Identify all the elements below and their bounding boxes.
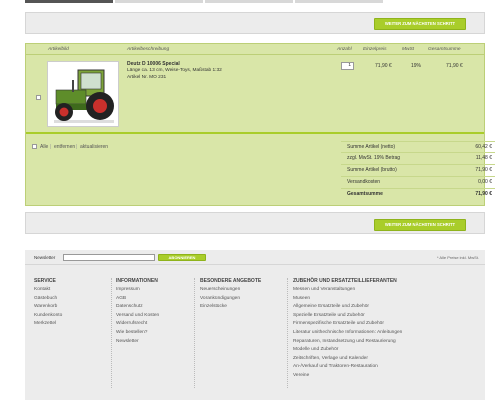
- footer-heading: SERVICE: [34, 278, 56, 284]
- footer-link-list: Kontakt Gästebuch Warenkorb Kundenkonto …: [34, 286, 62, 329]
- footer-link[interactable]: Newsletter: [116, 338, 159, 347]
- footer-separator: [194, 278, 195, 388]
- footer-col-service: SERVICE Kontakt Gästebuch Warenkorb Kund…: [34, 278, 62, 329]
- footer-link[interactable]: Wie bestellen?: [116, 329, 159, 338]
- footer-link-list: Impressum AGB Datenschutz Versand und Ko…: [116, 286, 159, 346]
- tractor-image: [54, 69, 114, 123]
- item-total: 71,90 €: [446, 63, 463, 69]
- footer-link[interactable]: Allgemeine Ersatzteile und Zubehör: [293, 303, 402, 312]
- top-action-panel: WEITER ZUM NÄCHSTEN SCHRITT: [25, 12, 485, 34]
- summary-row: Summe Artikel (brutto) 71,90 €: [341, 164, 495, 174]
- footer-link[interactable]: Gästebuch: [34, 295, 62, 304]
- tab-indicator-active[interactable]: [25, 0, 113, 3]
- footer: Newsletter ABONNIEREN * Alle Preise inkl…: [25, 250, 485, 400]
- item-article-number: Artikel Nr. MO 231: [127, 75, 167, 80]
- footer-link[interactable]: Zeitschriften, Verlage und Kalender: [293, 355, 402, 364]
- next-step-button-top[interactable]: WEITER ZUM NÄCHSTEN SCHRITT: [374, 18, 466, 30]
- price-note: * Alle Preise inkl. MwSt.: [436, 255, 479, 260]
- subscribe-button[interactable]: ABONNIEREN: [158, 254, 206, 261]
- item-vat: 19%: [411, 63, 422, 69]
- item-checkbox[interactable]: [36, 95, 41, 100]
- footer-link[interactable]: Neuerscheinungen: [200, 286, 261, 295]
- footer-separator: [287, 278, 288, 388]
- footer-heading: BESONDERE ANGEBOTE: [200, 278, 262, 284]
- item-unit-price: 71,90 €: [375, 63, 392, 69]
- header-image: Artikelbild: [48, 47, 69, 52]
- footer-link[interactable]: Kontakt: [34, 286, 62, 295]
- footer-col-offers: BESONDERE ANGEBOTE Neuerscheinungen Vora…: [200, 278, 261, 312]
- bottom-action-panel: WEITER ZUM NÄCHSTEN SCHRITT: [25, 212, 485, 234]
- footer-link[interactable]: Literatur unithechnische Informationen: …: [293, 329, 402, 338]
- summary-value: 11,48 €: [475, 155, 492, 161]
- newsletter-email-input[interactable]: [63, 254, 155, 261]
- footer-heading: ZUBEHÖR UND ERSATZTEILLIEFERANTEN: [293, 278, 397, 284]
- header-total: Gesamtsumme: [428, 47, 461, 52]
- divider: [26, 132, 484, 134]
- header-vat: MwSt: [402, 47, 414, 52]
- footer-link[interactable]: AGB: [116, 295, 159, 304]
- grand-total-label: Gesamtsumme: [347, 191, 383, 197]
- footer-link[interactable]: Reparaturen, Instandsetzung und Restauri…: [293, 338, 402, 347]
- footer-link[interactable]: Vereine: [293, 372, 402, 381]
- newsletter-label: Newsletter: [34, 255, 56, 260]
- footer-link[interactable]: An-/Verkauf und Traktoren-Restauration: [293, 363, 402, 372]
- summary-row: zzgl. MwSt. 19% Betrag 11,48 €: [341, 152, 495, 162]
- item-details: Länge ca. 13 cm, Weise-Toys, Maßstab 1:3…: [127, 68, 222, 73]
- summary-value: 0,00 €: [478, 179, 492, 185]
- select-all-checkbox[interactable]: [32, 144, 37, 149]
- summary-value: 71,90 €: [475, 167, 492, 173]
- footer-link[interactable]: Widerrufsrecht: [116, 320, 159, 329]
- footer-col-parts: ZUBEHÖR UND ERSATZTEILLIEFERANTEN Messen…: [293, 278, 402, 381]
- footer-link[interactable]: Merkzettel: [34, 320, 62, 329]
- grand-total-value: 71,90 €: [475, 191, 492, 197]
- footer-link[interactable]: Warenkorb: [34, 303, 62, 312]
- footer-link[interactable]: Kundenkonto: [34, 312, 62, 321]
- footer-link[interactable]: Museen: [293, 295, 402, 304]
- tab-indicator[interactable]: [205, 0, 293, 3]
- summary-label: zzgl. MwSt. 19% Betrag: [347, 155, 401, 161]
- tab-indicator[interactable]: [295, 0, 383, 3]
- footer-link[interactable]: Modelle und Zubehör: [293, 346, 402, 355]
- summary-row: Summe Artikel (netto) 60,42 €: [341, 141, 495, 151]
- footer-link[interactable]: Einzelstücke: [200, 303, 261, 312]
- footer-link[interactable]: Vorankündigungen: [200, 295, 261, 304]
- footer-link[interactable]: Spezielle Ersatzteile und Zubehör: [293, 312, 402, 321]
- update-link[interactable]: aktualisieren: [80, 144, 108, 150]
- newsletter-bar: Newsletter ABONNIEREN * Alle Preise inkl…: [25, 250, 485, 265]
- footer-heading: INFORMATIONEN: [116, 278, 158, 284]
- grand-total-row: Gesamtsumme 71,90 €: [341, 188, 495, 198]
- header-quantity: Anzahl: [337, 47, 352, 52]
- item-name[interactable]: Deutz D 10006 Special: [127, 61, 180, 67]
- product-image[interactable]: [47, 61, 119, 127]
- footer-link[interactable]: Messen und Veranstaltungen: [293, 286, 402, 295]
- footer-link-list: Messen und Veranstaltungen Museen Allgem…: [293, 286, 402, 381]
- summary-label: Versandkosten: [347, 179, 381, 185]
- quantity-input[interactable]: 1: [341, 62, 354, 70]
- footer-separator: [111, 278, 112, 388]
- remove-link[interactable]: entfernen: [54, 144, 75, 150]
- summary-value: 60,42 €: [475, 144, 492, 150]
- cart-table: Artikelbild Artikelbeschreibung Anzahl E…: [25, 43, 495, 206]
- next-step-button-bottom[interactable]: WEITER ZUM NÄCHSTEN SCHRITT: [374, 219, 466, 231]
- tab-indicator[interactable]: [115, 0, 203, 3]
- footer-col-info: INFORMATIONEN Impressum AGB Datenschutz …: [116, 278, 159, 346]
- cart-header-row: Artikelbild Artikelbeschreibung Anzahl E…: [26, 44, 484, 55]
- header-unit-price: Einzelpreis: [363, 47, 387, 52]
- header-description: Artikelbeschreibung: [127, 47, 170, 52]
- summary-label: Summe Artikel (netto): [347, 144, 396, 150]
- footer-link[interactable]: Datenschutz: [116, 303, 159, 312]
- footer-link-list: Neuerscheinungen Vorankündigungen Einzel…: [200, 286, 261, 312]
- select-all-label[interactable]: Alle: [40, 144, 48, 150]
- summary-label: Summe Artikel (brutto): [347, 167, 397, 173]
- top-strip: [0, 0, 495, 4]
- summary-row: Versandkosten 0,00 €: [341, 176, 495, 186]
- footer-link[interactable]: Versand und Kosten: [116, 312, 159, 321]
- footer-link[interactable]: Impressum: [116, 286, 159, 295]
- footer-link[interactable]: Firmenspezifische Ersatzteile und Zubehö…: [293, 320, 402, 329]
